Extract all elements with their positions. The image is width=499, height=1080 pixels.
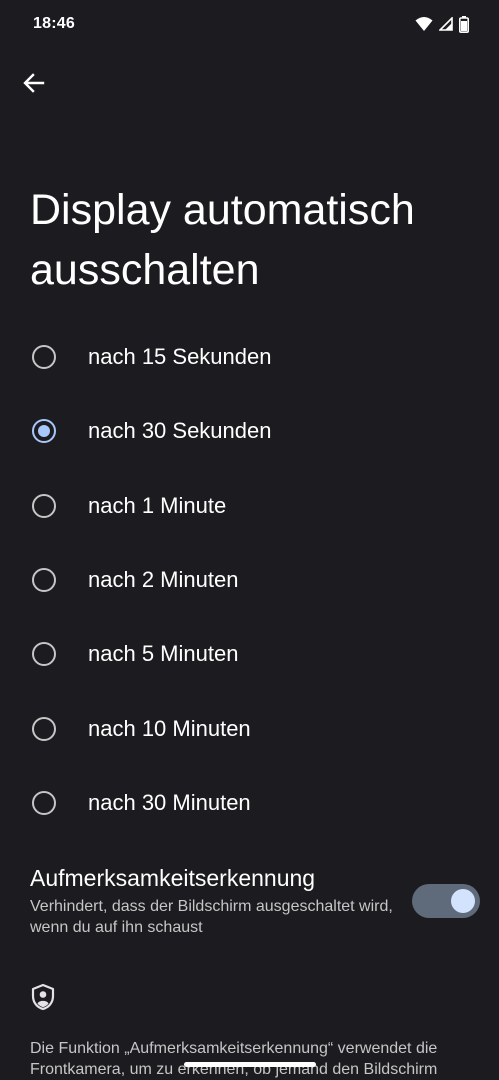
cell-signal-icon: [439, 17, 453, 31]
back-button[interactable]: [14, 63, 54, 103]
radio-button[interactable]: [32, 345, 56, 370]
radio-button[interactable]: [32, 419, 56, 444]
status-bar: 18:46: [0, 0, 499, 48]
footer-description: Die Funktion „Aufmerksamkeitserkennung“ …: [30, 1040, 438, 1078]
radio-button[interactable]: [32, 716, 56, 741]
attention-text: Aufmerksamkeitserkennung Verhindert, das…: [30, 862, 400, 938]
radio-button[interactable]: [32, 642, 56, 667]
radio-option-30m[interactable]: nach 30 Minuten: [0, 766, 499, 840]
arrow-left-icon: [23, 73, 45, 93]
battery-icon: [459, 15, 469, 33]
attention-toggle[interactable]: [412, 884, 480, 918]
attention-subtitle: Verhindert, dass der Bildschirm ausgesch…: [30, 898, 393, 936]
page-title: Display automatisch ausschalten: [30, 186, 415, 294]
radio-option-2m[interactable]: nach 2 Minuten: [0, 543, 499, 617]
toggle-thumb: [451, 889, 475, 913]
radio-option-30s[interactable]: nach 30 Sekunden: [0, 394, 499, 468]
radio-option-label: nach 30 Minuten: [88, 789, 251, 815]
timeout-options: nach 15 Sekunden nach 30 Sekunden nach 1…: [0, 320, 499, 840]
radio-option-label: nach 15 Sekunden: [88, 344, 272, 370]
radio-button[interactable]: [32, 493, 56, 518]
radio-option-15s[interactable]: nach 15 Sekunden: [0, 320, 499, 394]
radio-option-label: nach 5 Minuten: [88, 641, 239, 667]
radio-option-label: nach 1 Minute: [88, 492, 227, 518]
gesture-nav-handle[interactable]: [184, 1062, 316, 1067]
radio-button[interactable]: [32, 790, 56, 815]
radio-option-5m[interactable]: nach 5 Minuten: [0, 617, 499, 691]
radio-option-label: nach 30 Sekunden: [88, 418, 272, 444]
radio-option-1m[interactable]: nach 1 Minute: [0, 469, 499, 543]
wifi-icon: [415, 17, 433, 31]
radio-option-label: nach 10 Minuten: [88, 715, 251, 741]
status-time: 18:46: [33, 15, 75, 32]
screen: 18:46 Display automatisch ausschalten na…: [0, 0, 499, 1080]
shield-person-icon: [31, 983, 55, 1011]
radio-option-label: nach 2 Minuten: [88, 567, 239, 593]
status-icons: [415, 15, 469, 33]
attention-setting[interactable]: Aufmerksamkeitserkennung Verhindert, das…: [30, 862, 480, 938]
attention-title: Aufmerksamkeitserkennung: [30, 865, 316, 891]
radio-option-10m[interactable]: nach 10 Minuten: [0, 691, 499, 765]
radio-button[interactable]: [32, 568, 56, 593]
